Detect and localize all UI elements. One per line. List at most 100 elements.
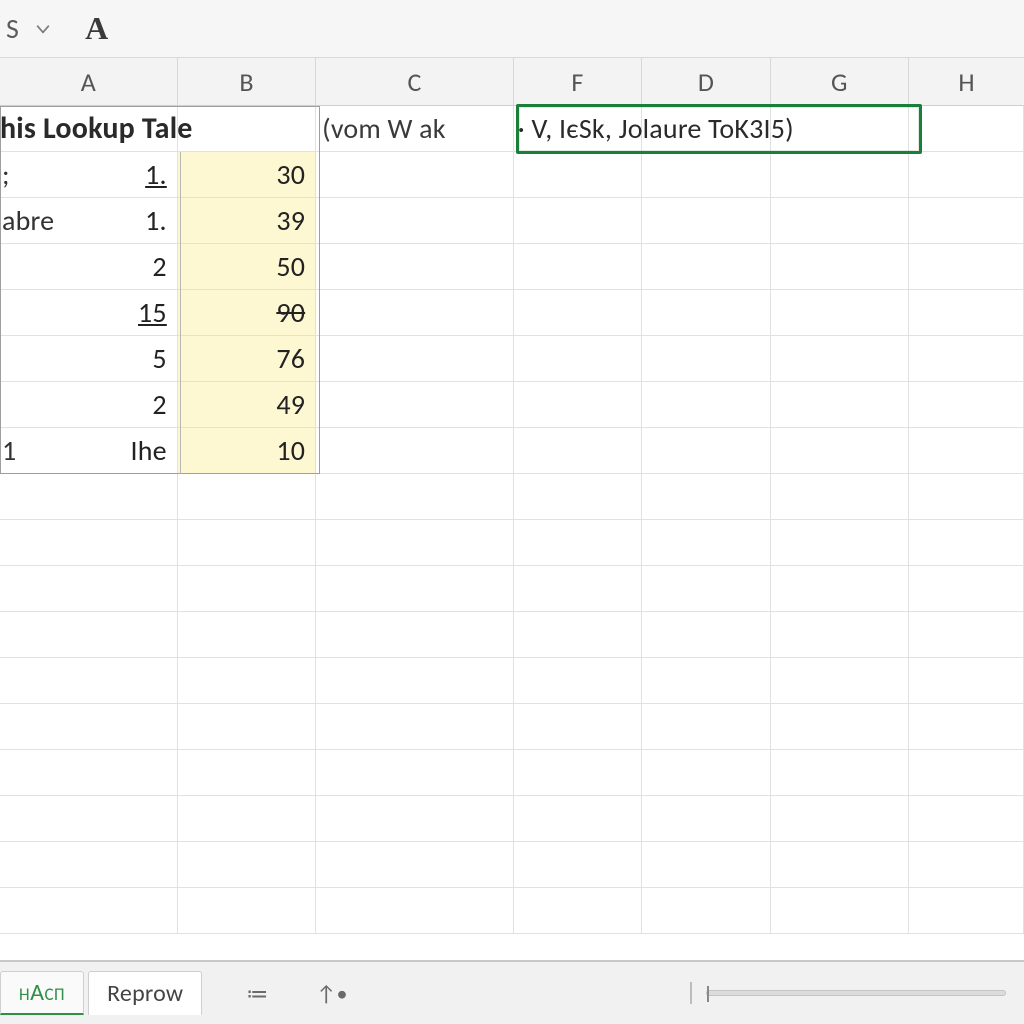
col-header-F[interactable]: F [514, 58, 642, 105]
cell[interactable]: 39 [178, 198, 316, 244]
cell[interactable] [642, 428, 770, 474]
cell[interactable] [514, 704, 642, 750]
cell[interactable] [316, 658, 514, 704]
cell[interactable] [514, 382, 642, 428]
cell[interactable] [771, 244, 909, 290]
cell[interactable]: ;1. [0, 152, 178, 198]
sheet-tab-active[interactable]: нАсп [0, 971, 84, 1015]
cell[interactable] [316, 428, 514, 474]
cell[interactable] [771, 336, 909, 382]
cell[interactable] [909, 888, 1024, 934]
cell[interactable] [909, 428, 1024, 474]
cell[interactable] [316, 796, 514, 842]
cell[interactable] [771, 704, 909, 750]
chevron-down-icon[interactable] [33, 19, 53, 39]
cell[interactable] [642, 382, 770, 428]
cell[interactable] [909, 658, 1024, 704]
cell[interactable]: 5 [0, 336, 178, 382]
col-header-C[interactable]: C [316, 58, 514, 105]
cell[interactable] [771, 888, 909, 934]
cell[interactable] [909, 566, 1024, 612]
cell[interactable] [178, 106, 316, 152]
cell[interactable] [771, 106, 909, 152]
cell[interactable] [909, 842, 1024, 888]
cell[interactable] [0, 796, 178, 842]
cell[interactable] [514, 612, 642, 658]
cell[interactable] [178, 796, 316, 842]
cell[interactable] [642, 566, 770, 612]
cell[interactable] [642, 704, 770, 750]
cell[interactable] [514, 842, 642, 888]
cell[interactable] [909, 290, 1024, 336]
cell[interactable] [514, 198, 642, 244]
cell[interactable] [909, 244, 1024, 290]
cell[interactable] [771, 428, 909, 474]
cell[interactable] [514, 290, 642, 336]
cell[interactable] [771, 198, 909, 244]
cell[interactable] [178, 474, 316, 520]
view-list-icon[interactable]: ≔ [246, 980, 268, 1007]
cell[interactable]: 49 [178, 382, 316, 428]
cell[interactable] [909, 796, 1024, 842]
cell[interactable] [316, 474, 514, 520]
cell[interactable] [0, 888, 178, 934]
cell[interactable] [771, 382, 909, 428]
zoom-slider[interactable] [706, 990, 1006, 996]
cell[interactable] [514, 244, 642, 290]
cell[interactable] [514, 796, 642, 842]
cell[interactable] [514, 152, 642, 198]
cell[interactable] [909, 106, 1024, 152]
cell[interactable] [771, 474, 909, 520]
cell[interactable] [316, 244, 514, 290]
cell[interactable] [642, 520, 770, 566]
cell[interactable] [178, 566, 316, 612]
cell[interactable] [642, 152, 770, 198]
cell[interactable]: 90 [178, 290, 316, 336]
cell[interactable] [909, 198, 1024, 244]
cell[interactable] [909, 750, 1024, 796]
cell[interactable]: 30 [178, 152, 316, 198]
cell[interactable]: 76 [178, 336, 316, 382]
col-header-A[interactable]: A [0, 58, 178, 105]
cell[interactable]: 2 [0, 244, 178, 290]
cell[interactable]: (vom W ak [316, 106, 514, 152]
cell[interactable]: 50 [178, 244, 316, 290]
cell[interactable] [316, 612, 514, 658]
cell[interactable] [514, 520, 642, 566]
cell[interactable] [642, 244, 770, 290]
cell[interactable] [316, 382, 514, 428]
cell[interactable] [642, 796, 770, 842]
cell[interactable] [316, 750, 514, 796]
cell[interactable]: 10 [178, 428, 316, 474]
cell[interactable] [514, 474, 642, 520]
col-header-H[interactable]: H [909, 58, 1024, 105]
name-box[interactable]: S [6, 11, 19, 46]
cell[interactable] [178, 750, 316, 796]
cell[interactable] [514, 428, 642, 474]
cell[interactable] [316, 842, 514, 888]
cell[interactable] [909, 152, 1024, 198]
cell[interactable] [642, 290, 770, 336]
cell[interactable]: 15 [0, 290, 178, 336]
cell[interactable] [316, 152, 514, 198]
cell[interactable] [771, 290, 909, 336]
cell[interactable] [316, 566, 514, 612]
cell[interactable] [771, 842, 909, 888]
cell[interactable]: his Lookup Tale [0, 106, 178, 152]
col-header-G[interactable]: G [771, 58, 909, 105]
col-header-B[interactable]: B [178, 58, 316, 105]
cell[interactable] [642, 842, 770, 888]
cell[interactable] [642, 198, 770, 244]
cell[interactable] [316, 888, 514, 934]
cell[interactable]: 1Ihe [0, 428, 178, 474]
col-header-D[interactable]: D [642, 58, 770, 105]
cell[interactable] [642, 106, 770, 152]
cell[interactable] [514, 658, 642, 704]
cell[interactable] [909, 704, 1024, 750]
cell[interactable] [316, 520, 514, 566]
cell[interactable] [771, 612, 909, 658]
view-sort-icon[interactable]: ↑• [316, 980, 347, 1007]
sheet-tab[interactable]: Reprow [88, 971, 202, 1015]
cell[interactable] [771, 566, 909, 612]
cell[interactable] [771, 152, 909, 198]
